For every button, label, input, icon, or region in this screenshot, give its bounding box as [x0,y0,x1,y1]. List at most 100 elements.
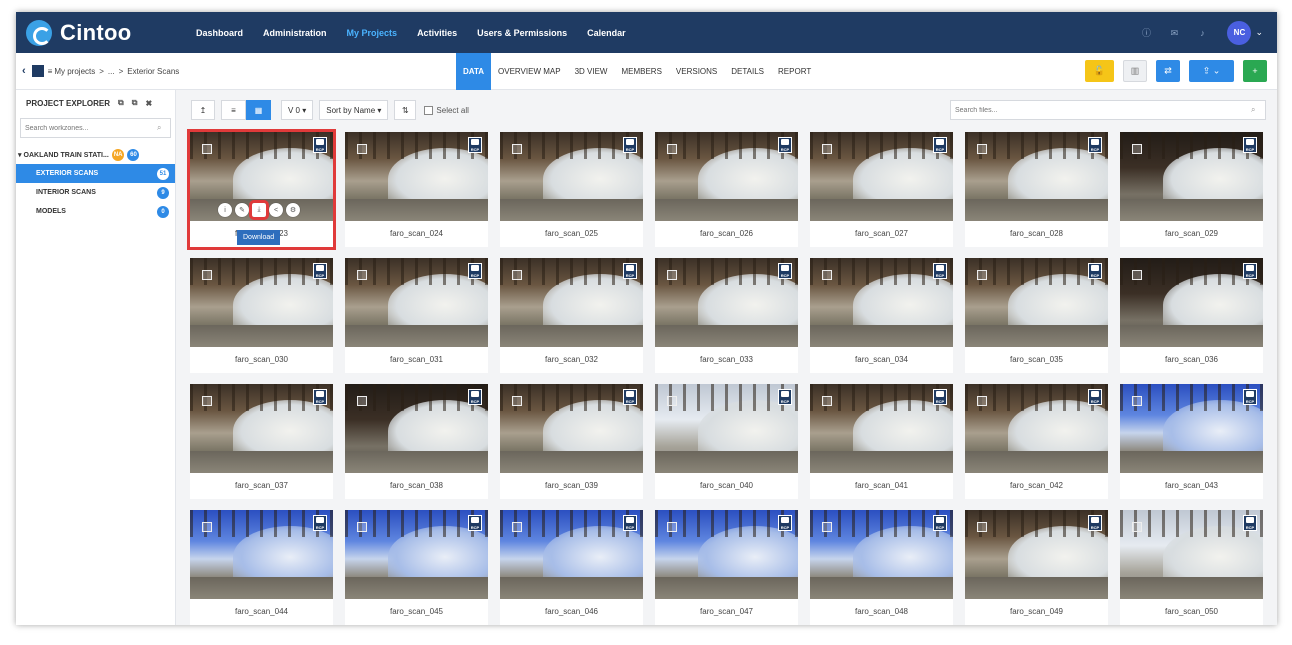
scan-checkbox[interactable] [1132,270,1142,280]
tree-root-project[interactable]: ▾ OAKLAND TRAIN STATI... NA 60 [16,146,175,164]
info-icon[interactable]: ⓘ [1141,28,1151,38]
scan-checkbox[interactable] [202,522,212,532]
scan-checkbox[interactable] [357,396,367,406]
scan-card[interactable]: RCP faro_scan_049 [965,510,1108,625]
scan-checkbox[interactable] [977,144,987,154]
scan-checkbox[interactable] [977,522,987,532]
scan-card[interactable]: RCP faro_scan_044 [190,510,333,625]
scan-card[interactable]: RCP faro_scan_048 [810,510,953,625]
settings-icon[interactable]: ⚙ [286,203,300,217]
scan-card[interactable]: RCP faro_scan_035 [965,258,1108,373]
scan-card[interactable]: RCP faro_scan_045 [345,510,488,625]
breadcrumb-ellipsis[interactable]: ... [108,67,115,76]
breadcrumb-my-projects[interactable]: My projects [54,67,95,76]
scan-checkbox[interactable] [822,144,832,154]
scan-checkbox[interactable] [822,270,832,280]
scan-card[interactable]: RCP faro_scan_030 [190,258,333,373]
scan-checkbox[interactable] [202,396,212,406]
scan-card[interactable]: RCP faro_scan_034 [810,258,953,373]
bell-icon[interactable]: ♪ [1197,28,1207,38]
chevron-down-icon[interactable]: ⌄ [1255,27,1263,38]
tab-overview-map[interactable]: OVERVIEW MAP [491,53,568,90]
scan-card[interactable]: RCP faro_scan_039 [500,384,643,499]
scan-card[interactable]: RCP faro_scan_029 [1120,132,1263,247]
scan-card[interactable]: RCP faro_scan_031 [345,258,488,373]
scan-card[interactable]: RCP faro_scan_027 [810,132,953,247]
scan-checkbox[interactable] [822,396,832,406]
share-icon[interactable]: < [269,203,283,217]
nav-dashboard[interactable]: Dashboard [196,28,243,38]
scan-checkbox[interactable] [1132,144,1142,154]
scan-checkbox[interactable] [667,144,677,154]
select-all[interactable]: Select all [424,105,469,115]
workzone-interior-scans[interactable]: INTERIOR SCANS 9 [16,183,175,202]
scan-checkbox[interactable] [202,144,212,154]
delete-button[interactable]: ▥ [1123,60,1147,82]
menu-icon[interactable]: ≡ [48,67,53,76]
scan-card[interactable]: RCP faro_scan_032 [500,258,643,373]
scan-card[interactable]: RCPfaro_scan_023i✎⤓<⚙Download [187,129,336,250]
version-select[interactable]: V 0 ▾ [281,100,314,120]
tab-report[interactable]: REPORT [771,53,818,90]
tab-members[interactable]: MEMBERS [614,53,668,90]
sort-direction-button[interactable]: ⇅ [394,100,417,120]
scan-checkbox[interactable] [512,396,522,406]
cintoo-logo[interactable]: Cintoo [26,19,186,46]
scan-card[interactable]: RCP faro_scan_026 [655,132,798,247]
scan-checkbox[interactable] [667,270,677,280]
workzone-models[interactable]: MODELS 0 [16,202,175,221]
scan-card[interactable]: RCP faro_scan_042 [965,384,1108,499]
scan-card[interactable]: RCP faro_scan_038 [345,384,488,499]
scan-checkbox[interactable] [357,144,367,154]
search-icon[interactable]: ⌕ [157,123,161,133]
edit-icon[interactable]: ✎ [235,203,249,217]
scan-checkbox[interactable] [822,522,832,532]
tab-versions[interactable]: VERSIONS [669,53,724,90]
tab-data[interactable]: DATA [456,52,492,90]
scan-checkbox[interactable] [1132,396,1142,406]
back-chevron-icon[interactable]: ‹ [22,65,26,77]
lock-button[interactable]: 🔓 [1085,60,1114,82]
scan-card[interactable]: RCP faro_scan_040 [655,384,798,499]
scan-card[interactable]: RCP faro_scan_043 [1120,384,1263,499]
sort-select[interactable]: Sort by Name ▾ [319,100,389,120]
scan-card[interactable]: RCP faro_scan_041 [810,384,953,499]
scan-card[interactable]: RCP faro_scan_033 [655,258,798,373]
nav-administration[interactable]: Administration [263,28,327,38]
select-all-checkbox[interactable] [424,105,434,115]
list-view-button[interactable]: ≡ [221,100,246,120]
scan-checkbox[interactable] [667,522,677,532]
scan-checkbox[interactable] [202,270,212,280]
nav-my-projects[interactable]: My Projects [347,28,398,38]
scan-checkbox[interactable] [977,396,987,406]
nav-users-permissions[interactable]: Users & Permissions [477,28,567,38]
scan-checkbox[interactable] [512,270,522,280]
move-button[interactable]: ⇄ [1156,60,1180,82]
scan-checkbox[interactable] [357,270,367,280]
collapse-all-icon[interactable]: ⧉ [132,98,138,108]
scan-card[interactable]: RCP faro_scan_046 [500,510,643,625]
tab-details[interactable]: DETAILS [724,53,771,90]
grid-view-button[interactable]: ▦ [246,100,271,120]
scan-checkbox[interactable] [357,522,367,532]
nav-activities[interactable]: Activities [417,28,457,38]
scan-card[interactable]: RCP faro_scan_025 [500,132,643,247]
scan-card[interactable]: RCP faro_scan_047 [655,510,798,625]
scan-checkbox[interactable] [1132,522,1142,532]
nav-calendar[interactable]: Calendar [587,28,626,38]
project-tree-icon[interactable] [31,65,44,77]
scan-checkbox[interactable] [667,396,677,406]
scan-card[interactable]: RCP faro_scan_037 [190,384,333,499]
scan-checkbox[interactable] [512,522,522,532]
scan-card[interactable]: RCP faro_scan_028 [965,132,1108,247]
scan-checkbox[interactable] [512,144,522,154]
expand-all-icon[interactable]: ⧉ [118,98,124,108]
scan-checkbox[interactable] [977,270,987,280]
upload-button[interactable]: ⇪ ⌄ [1189,60,1234,82]
scan-card[interactable]: RCP faro_scan_050 [1120,510,1263,625]
search-icon[interactable]: ⌕ [1251,105,1255,115]
file-search-input[interactable] [951,106,1251,114]
sort-order-button[interactable]: ↥ [191,100,215,120]
add-folder-button[interactable]: + [1243,60,1267,82]
user-avatar[interactable]: NC [1227,20,1252,45]
